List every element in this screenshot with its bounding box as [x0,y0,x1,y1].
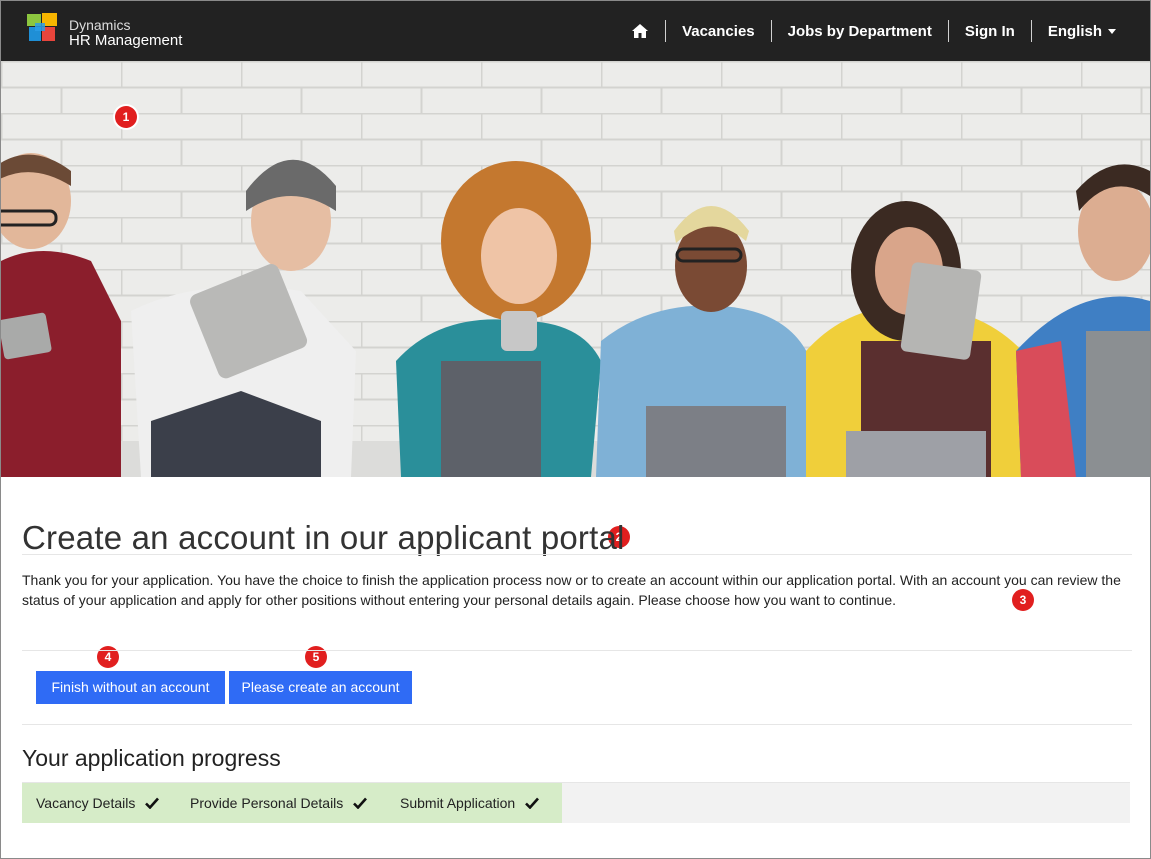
nav-vacancies[interactable]: Vacancies [666,23,771,40]
top-navbar: Dynamics HR Management Vacancies Jobs by… [1,1,1150,61]
nav-jobs-by-department[interactable]: Jobs by Department [772,23,948,40]
brand-title[interactable]: Dynamics HR Management [69,17,182,49]
divider [22,554,1132,555]
step-label: Submit Application [400,795,516,811]
divider [22,650,1132,651]
checkmark-icon [525,797,540,809]
progress-step-submit-application: Submit Application [386,783,562,823]
language-dropdown[interactable]: English [1032,23,1132,40]
brand-line2: HR Management [69,32,183,49]
main-nav: Vacancies Jobs by Department Sign In Eng… [615,1,1132,61]
home-icon [632,24,649,38]
checkmark-icon [145,797,160,809]
brand-line1: Dynamics [69,17,131,33]
progress-step-personal-details: Provide Personal Details [176,783,390,823]
create-account-button[interactable]: Please create an account [229,671,412,704]
page-title: Create an account in our applicant porta… [22,519,625,556]
step-label: Vacancy Details [36,795,136,811]
browser-frame: Dynamics HR Management Vacancies Jobs by… [0,0,1151,859]
intro-paragraph: Thank you for your application. You have… [22,572,1121,608]
progress-heading: Your application progress [22,745,281,771]
language-label: English [1047,22,1102,40]
application-progress-bar: Vacancy Details Provide Personal Details… [22,782,1130,823]
step-label: Provide Personal Details [190,795,344,811]
nav-home[interactable] [615,22,665,40]
dynamics-logo-icon[interactable] [25,11,65,51]
nav-sign-in[interactable]: Sign In [949,23,1031,40]
hero-illustration [1,61,1150,477]
callout-marker-1: 1 [115,106,137,128]
finish-without-account-button[interactable]: Finish without an account [36,671,225,704]
divider [22,724,1132,725]
hero-banner-image [1,61,1150,477]
caret-down-icon [1108,29,1116,35]
checkmark-icon [353,797,368,809]
progress-step-vacancy-details: Vacancy Details [22,783,176,823]
